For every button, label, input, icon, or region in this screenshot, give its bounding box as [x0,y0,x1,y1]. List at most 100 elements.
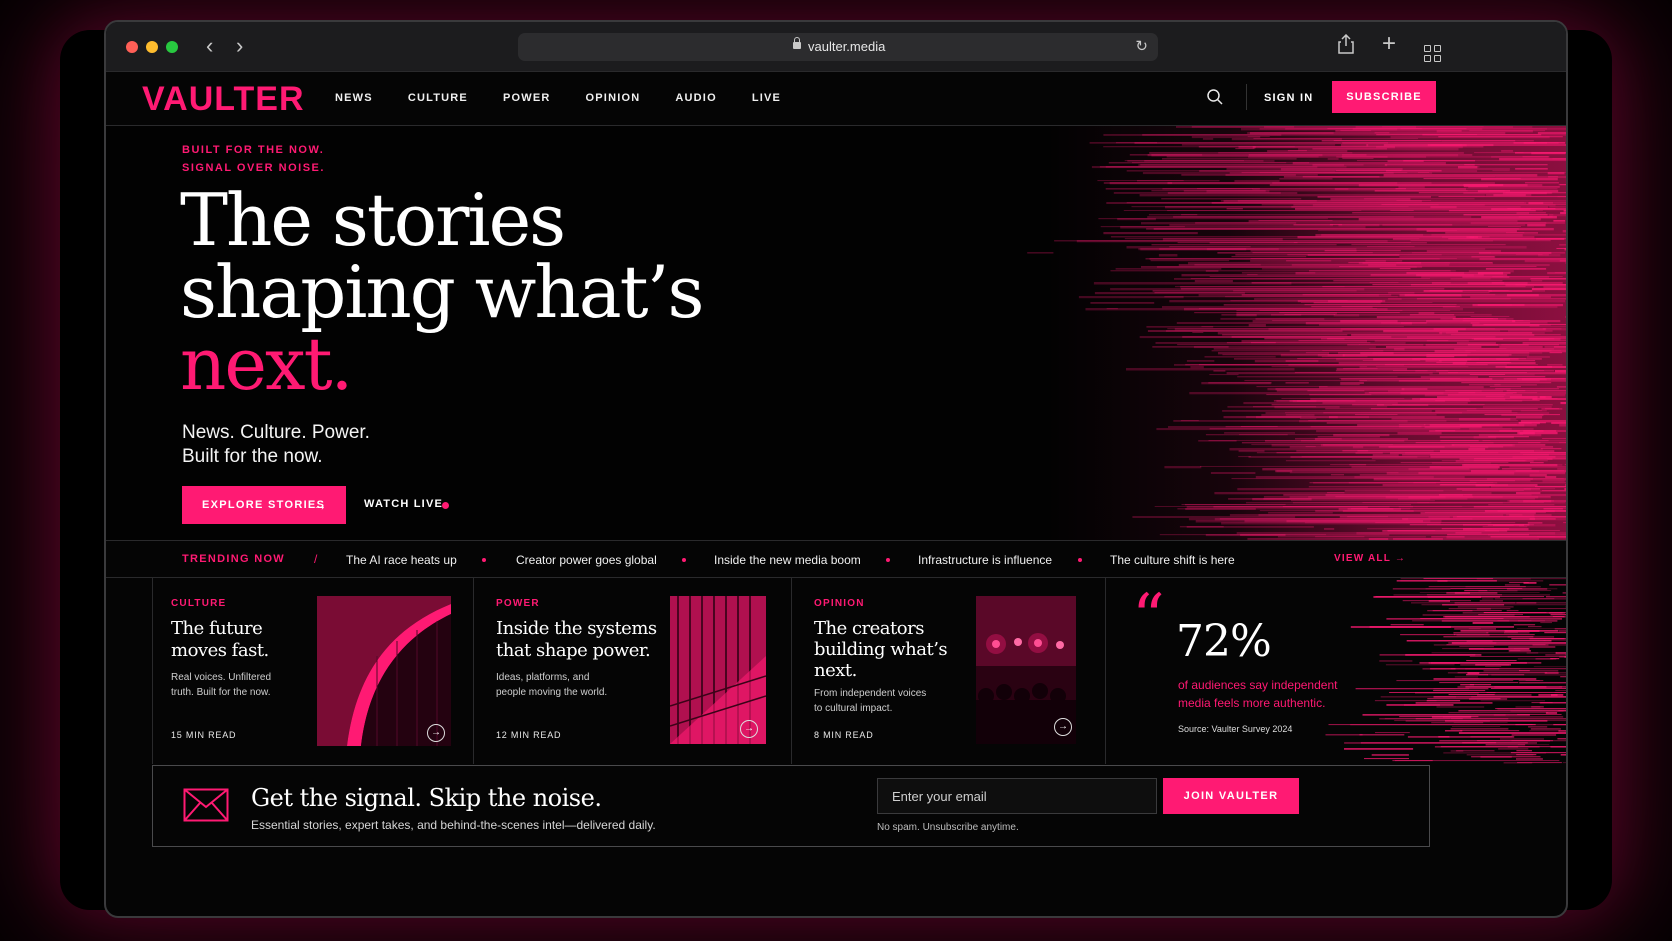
back-arrow-icon[interactable]: ‹ [206,34,213,58]
watch-live-link[interactable]: WATCH LIVE [364,498,443,510]
hero-streak [1222,334,1348,336]
hero-streak [1181,504,1286,506]
hero-streak [1291,500,1435,502]
hero-streak [1238,456,1251,458]
nav-culture[interactable]: CULTURE [408,92,468,104]
hero-streak [1317,436,1380,438]
hero-streak [1474,152,1524,154]
nav-live[interactable]: LIVE [752,92,781,104]
stat-streak [1452,726,1501,727]
hero-streak [1199,170,1478,172]
stat-streak [1539,702,1566,704]
hero-streak [1180,420,1199,422]
hero-streak [1488,504,1555,506]
sign-in-link[interactable]: SIGN IN [1264,92,1313,104]
hero-streak [1530,462,1544,464]
hero-streak [1159,534,1327,536]
hero-streak [1126,368,1295,371]
minimize-window-button[interactable] [146,41,158,53]
hero-streak [1250,250,1357,252]
stat-streak [1439,682,1519,684]
subscribe-button[interactable]: SUBSCRIBE [1332,81,1436,113]
share-icon[interactable] [1338,33,1354,60]
nav-opinion[interactable]: OPINION [586,92,641,104]
card-tag: OPINION [814,598,865,609]
hero-streak [1388,292,1415,294]
stat-panel-artwork [1325,578,1566,764]
maximize-window-button[interactable] [166,41,178,53]
hero-streak [1441,236,1474,239]
hero-streak [1549,206,1566,208]
forward-arrow-icon[interactable]: › [236,34,243,58]
hero-streak [1235,148,1255,150]
hero-streak [1250,342,1276,344]
card-arrow-icon[interactable]: → [1054,718,1072,736]
hero-streak [1563,522,1566,524]
trending-item[interactable]: Inside the new media boom [714,553,861,567]
nav-audio[interactable]: AUDIO [675,92,716,104]
nav-power[interactable]: POWER [503,92,551,104]
nav-news[interactable]: NEWS [335,92,373,104]
hero-streak [1285,414,1437,416]
site-logo[interactable]: VAULTER [142,80,305,119]
hero-streak [1186,360,1215,362]
hero-streak [1376,134,1478,136]
hero-streak [1494,384,1537,386]
hero-streak [1329,416,1445,419]
hero-streak [1442,306,1558,309]
hero-streak [1335,130,1462,132]
hero-streak [1542,480,1565,483]
stat-streak [1350,724,1566,726]
story-card-power[interactable]: POWER Inside the systems that shape powe… [474,578,792,764]
card-arrow-icon[interactable]: → [740,720,758,738]
tab-overview-icon[interactable] [1424,34,1441,62]
hero-streak [1559,244,1566,246]
hero-streak [1351,334,1535,336]
stat-streak [1458,710,1566,712]
hero-streak [1445,390,1526,392]
address-bar[interactable]: vaulter.media ↻ [518,33,1158,61]
hero-streak [1141,266,1423,268]
stat-streak [1526,652,1539,654]
hero-streak [1557,196,1566,198]
hero-streak [1357,160,1566,162]
hero-streak [1369,282,1399,284]
hero-streak [1429,290,1493,292]
hero-streak [1512,392,1538,394]
hero-subline1: News. Culture. Power. [182,422,370,443]
hero-streak [1542,490,1566,491]
close-window-button[interactable] [126,41,138,53]
hero-streak [1431,536,1465,538]
hero-streak [1201,326,1404,328]
card-arrow-icon[interactable]: → [427,724,445,742]
email-input[interactable] [877,778,1157,814]
hero-streak [1268,512,1333,514]
hero-streak [1493,524,1525,526]
hero-streak [1381,204,1566,206]
view-all-link[interactable]: VIEW ALL → [1334,553,1406,564]
stat-streak [1450,588,1523,589]
explore-stories-button[interactable]: EXPLORE STORIES → [182,486,346,524]
reload-icon[interactable]: ↻ [1135,37,1148,55]
search-icon[interactable] [1206,88,1224,111]
trending-item[interactable]: Infrastructure is influence [918,553,1052,567]
join-vaulter-button[interactable]: JOIN VAULTER [1163,778,1299,814]
card-desc-line: Real voices. Unfiltered [171,672,272,683]
trending-item[interactable]: The culture shift is here [1110,553,1235,567]
story-card-opinion[interactable]: OPINION The creators building what’s nex… [792,578,1106,764]
stat-streak [1562,762,1566,764]
browser-window: ‹ › vaulter.media ↻ + VAULTER NEWS CULTU… [104,20,1568,918]
stat-streak [1562,592,1566,594]
trending-item[interactable]: Creator power goes global [516,553,657,567]
hero-streak [1236,314,1257,317]
hero-streak [1276,452,1499,454]
new-tab-icon[interactable]: + [1382,32,1396,56]
hero-streak [1559,260,1566,262]
hero-streak [1501,150,1514,152]
hero-streak [1295,438,1342,440]
stat-streak [1344,748,1414,750]
trending-item[interactable]: The AI race heats up [346,553,457,567]
hero-headline: The stories shaping what’s next. [180,184,704,400]
story-card-culture[interactable]: CULTURE The future moves fast. Real voic… [152,578,474,764]
stat-streak [1448,608,1511,610]
